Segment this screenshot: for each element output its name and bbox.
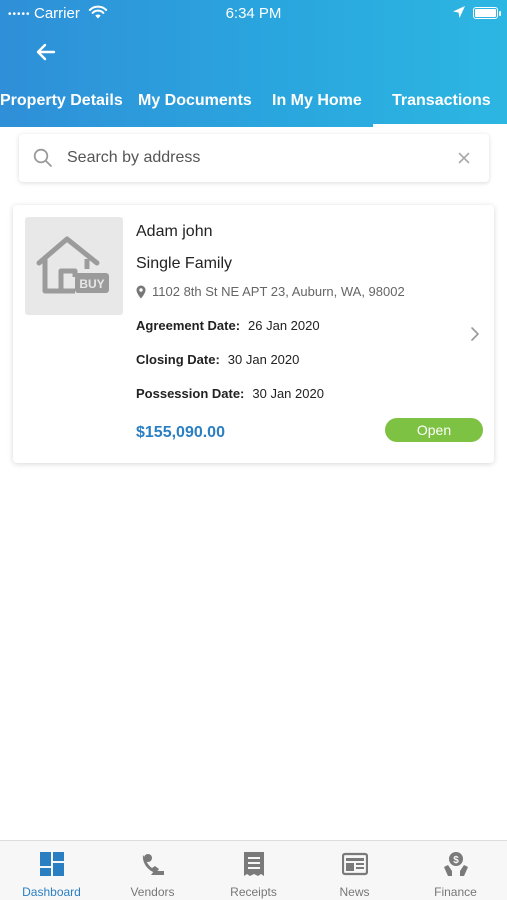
nav-item-receipts[interactable]: Receipts	[203, 841, 304, 900]
closing-date-label: Closing Date:	[136, 352, 220, 367]
clear-search-icon[interactable]	[456, 150, 472, 166]
battery-tip	[499, 11, 501, 16]
possession-date-label: Possession Date:	[136, 386, 245, 401]
owner-name: Adam john	[136, 223, 213, 240]
property-address: 1102 8th St NE APT 23, Auburn, WA, 98002	[136, 284, 405, 299]
agreement-date-label: Agreement Date:	[136, 318, 241, 333]
map-pin-icon	[136, 285, 146, 298]
search-icon	[33, 148, 52, 167]
search-input[interactable]	[67, 144, 447, 172]
battery-icon	[473, 7, 498, 19]
status-time: 6:34 PM	[225, 5, 282, 22]
vendors-icon	[142, 854, 164, 875]
svg-text:$: $	[453, 855, 459, 866]
tab-in-my-home[interactable]: In My Home	[272, 92, 362, 110]
bottom-navigation: Dashboard Vendors Receipts News $ Financ…	[0, 840, 507, 900]
search-bar	[19, 134, 489, 182]
app-header: ••••• Carrier 6:34 PM Property Details M…	[0, 0, 507, 127]
tab-bar: Property Details My Documents In My Home…	[0, 84, 507, 127]
thumb-badge-text: BUY	[79, 277, 104, 291]
tab-my-documents[interactable]: My Documents	[138, 92, 252, 110]
nav-item-vendors[interactable]: Vendors	[102, 841, 203, 900]
location-arrow-icon	[453, 6, 465, 18]
nav-label-vendors: Vendors	[130, 885, 175, 899]
nav-item-dashboard[interactable]: Dashboard	[1, 841, 102, 900]
active-tab-indicator	[373, 124, 507, 127]
nav-label-news: News	[339, 885, 370, 899]
property-thumbnail: BUY	[25, 217, 123, 315]
property-type: Single Family	[136, 255, 233, 272]
status-bar: ••••• Carrier 6:34 PM	[0, 0, 507, 28]
receipts-icon	[243, 852, 264, 876]
possession-date-value: 30 Jan 2020	[252, 386, 324, 401]
dashboard-icon	[39, 852, 64, 876]
nav-label-dashboard: Dashboard	[22, 885, 81, 899]
arrow-left-icon	[36, 43, 56, 61]
address-text: 1102 8th St NE APT 23, Auburn, WA, 98002	[152, 284, 405, 299]
nav-label-finance: Finance	[434, 885, 477, 899]
news-icon	[341, 852, 368, 876]
nav-label-receipts: Receipts	[230, 885, 277, 899]
agreement-date-value: 26 Jan 2020	[248, 318, 320, 333]
possession-date-row: Possession Date: 30 Jan 2020	[136, 386, 324, 401]
agreement-date-row: Agreement Date: 26 Jan 2020	[136, 318, 320, 333]
transaction-card[interactable]: BUY Adam john Single Family 1102 8th St …	[13, 205, 494, 463]
closing-date-value: 30 Jan 2020	[227, 352, 300, 367]
house-buy-icon: BUY	[36, 236, 109, 294]
tab-transactions[interactable]: Transactions	[392, 92, 491, 110]
transaction-price: $155,090.00	[136, 424, 225, 441]
status-badge: Open	[385, 418, 483, 442]
tab-property-details[interactable]: Property Details	[0, 92, 123, 110]
closing-date-row: Closing Date: 30 Jan 2020	[136, 352, 299, 367]
finance-icon: $	[443, 852, 468, 876]
nav-item-finance[interactable]: $ Finance	[405, 841, 506, 900]
nav-item-news[interactable]: News	[304, 841, 405, 900]
chevron-right-icon	[471, 327, 479, 341]
back-button[interactable]	[30, 36, 62, 68]
